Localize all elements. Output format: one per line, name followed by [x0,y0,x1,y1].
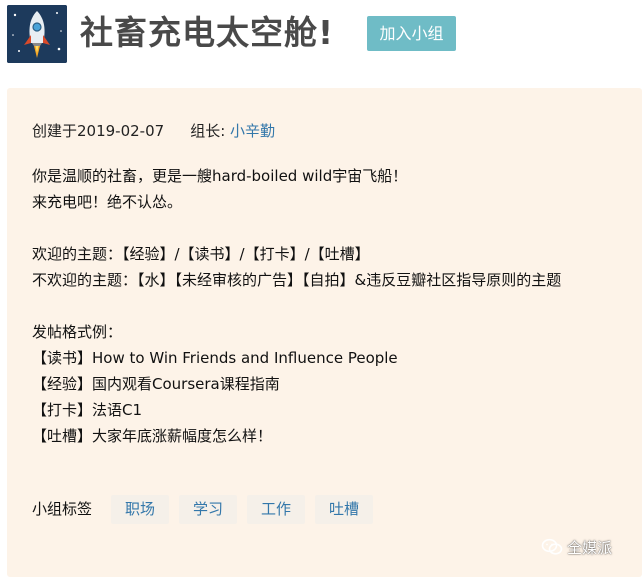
description-line: 【经验】国内观看Coursera课程指南 [32,375,280,393]
tags-label: 小组标签 [32,500,93,518]
description-line: 不欢迎的主题：【水】【未经审核的广告】【自拍】&违反豆瓣社区指导原则的主题 [32,271,562,289]
description-line: 欢迎的主题：【经验】/【读书】/【打卡】/【吐槽】 [32,245,370,263]
description-line: 你是温顺的社畜，更是一艘hard-boiled wild宇宙飞船！ [32,167,408,185]
tag-item[interactable]: 工作 [247,495,306,524]
description-line: 发帖格式例： [32,323,123,341]
group-title: 社畜充电太空舱! [80,13,335,52]
watermark: 全媒派 [541,538,612,558]
created-date: 创建于2019-02-07 [32,122,165,140]
description-line: 【读书】How to Win Friends and Influence Peo… [32,349,398,367]
join-group-button[interactable]: 加入小组 [367,16,456,51]
leader-link[interactable]: 小辛勤 [230,122,275,140]
description-line: 来充电吧！绝不认怂。 [32,193,183,211]
leader-label: 组长: [190,122,226,140]
group-logo[interactable] [7,5,67,63]
tag-item[interactable]: 学习 [179,495,238,524]
description-line: 【吐槽】大家年底涨薪幅度怎么样！ [32,427,273,445]
description-line: 【打卡】法语C1 [32,401,143,419]
tag-item[interactable]: 职场 [111,495,170,524]
rocket-icon [7,5,67,63]
group-description: 你是温顺的社畜，更是一艘hard-boiled wild宇宙飞船！ 来充电吧！绝… [32,163,561,449]
watermark-text: 全媒派 [567,539,613,557]
tag-item[interactable]: 吐槽 [315,495,374,524]
group-header: 社畜充电太空舱! 加入小组 [0,0,642,68]
wechat-icon [541,538,563,555]
group-meta: 创建于2019-02-07 组长: 小辛勤 [32,122,275,140]
